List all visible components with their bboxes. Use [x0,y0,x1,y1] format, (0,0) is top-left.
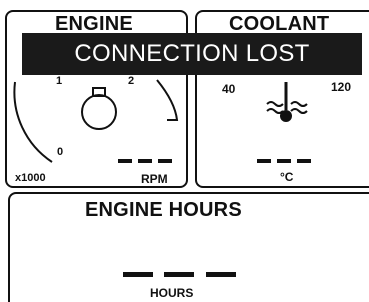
hours-reading-dash [206,272,236,277]
connection-lost-text: CONNECTION LOST [74,40,310,67]
engine-hours-title: ENGINE HOURS [85,199,242,221]
rpm-reading-dash [158,159,172,163]
rpm-reading-dash [118,159,132,163]
coolant-unit: °C [280,170,294,184]
coolant-reading-dash [277,159,291,163]
rpm-reading-dash [138,159,152,163]
rpm-unit: RPM [141,172,168,186]
hours-reading-dash [123,272,153,277]
coolant-reading-dash [257,159,271,163]
engine-hours-panel: ENGINE HOURS HOURS [8,192,369,302]
connection-lost-banner: CONNECTION LOST [22,33,362,75]
coolant-reading-dash [297,159,311,163]
hours-reading-dash [164,272,194,277]
hours-unit: HOURS [150,286,194,300]
